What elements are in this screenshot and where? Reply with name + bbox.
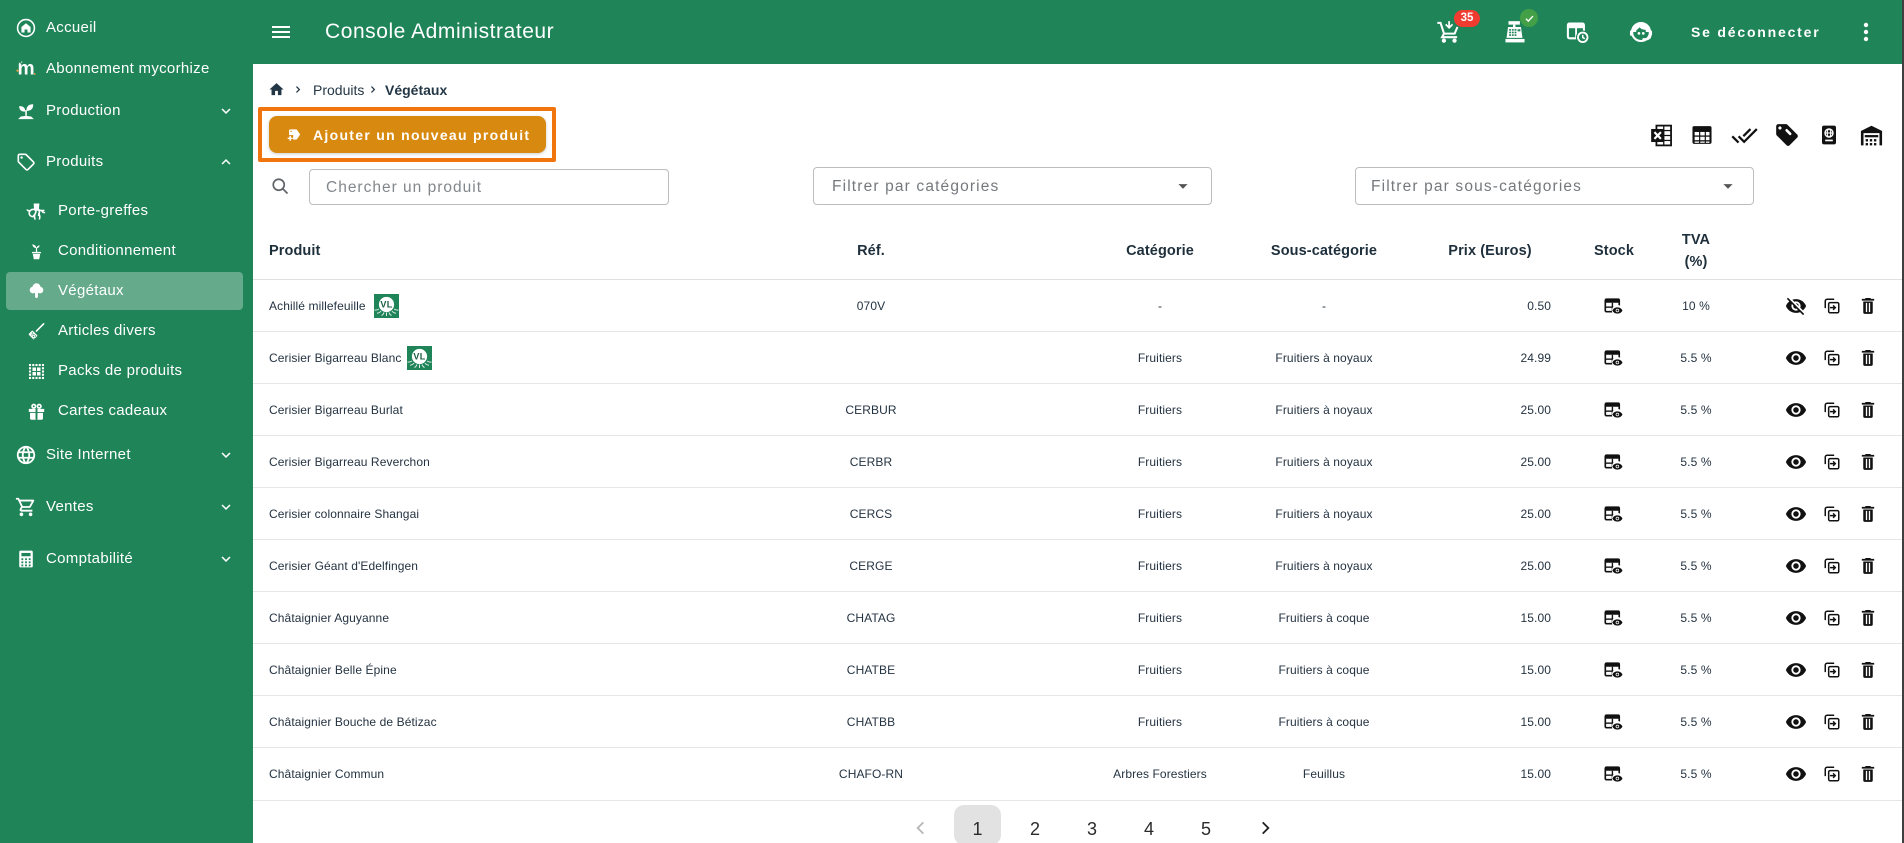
svg-text:m: m [17, 59, 34, 80]
svg-text:VL: VL [413, 352, 425, 362]
svg-text:VL: VL [380, 300, 392, 310]
